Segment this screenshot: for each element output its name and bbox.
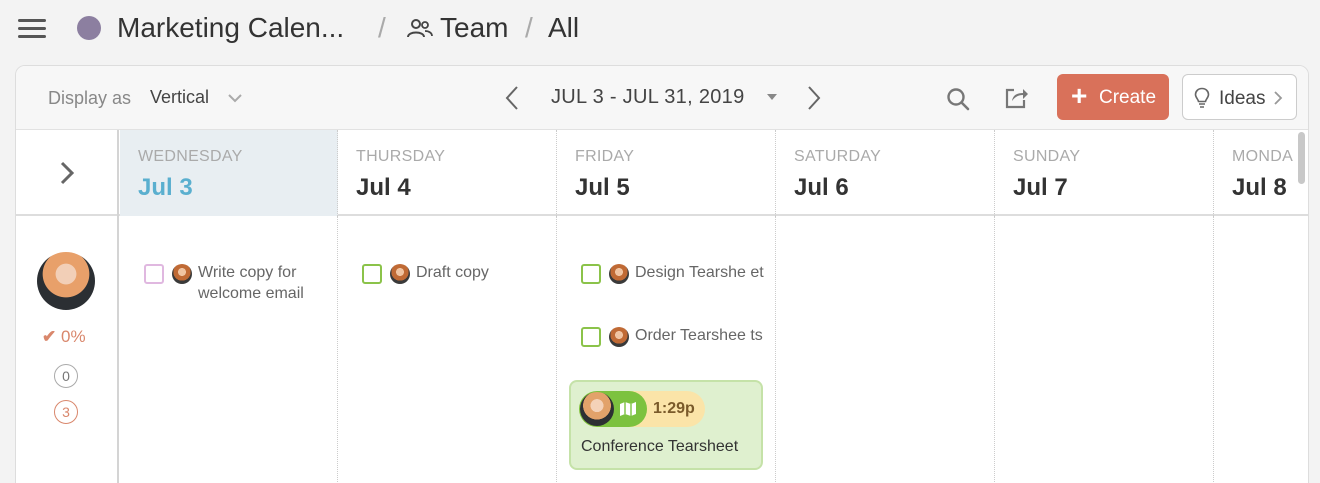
day-date: Jul 3 xyxy=(138,174,193,201)
day-header-jul-8[interactable]: MONDA Jul 8 xyxy=(1214,130,1298,216)
task-title: Design Tearshe et xyxy=(635,264,764,281)
avatar xyxy=(390,264,410,284)
day-cell-jul-8[interactable] xyxy=(1214,216,1298,483)
avatar[interactable] xyxy=(37,252,95,310)
share-icon[interactable] xyxy=(1003,85,1029,111)
chevron-left-icon[interactable] xyxy=(503,84,521,112)
day-of-week: WEDNESDAY xyxy=(138,148,243,165)
task-checkbox[interactable] xyxy=(581,327,601,347)
day-header-jul-4[interactable]: THURSDAY Jul 4 xyxy=(338,130,557,216)
calendar-toolbar: Display as Vertical JUL 3 - JUL 31, 2019… xyxy=(16,66,1308,130)
event-card[interactable]: 1:29p Conference Tearsheet xyxy=(569,380,763,470)
day-cell-jul-4[interactable]: Draft copy xyxy=(338,216,557,483)
completion-value: 0% xyxy=(60,327,86,346)
chevron-down-icon[interactable] xyxy=(227,90,243,106)
hamburger-icon[interactable] xyxy=(18,17,46,39)
task-title: Write copy for welcome email xyxy=(198,264,304,302)
day-header-jul-5[interactable]: FRIDAY Jul 5 xyxy=(557,130,776,216)
day-header-jul-7[interactable]: SUNDAY Jul 7 xyxy=(995,130,1214,216)
display-as-dropdown[interactable]: Vertical xyxy=(150,87,209,108)
search-icon[interactable] xyxy=(945,86,971,112)
day-date: Jul 4 xyxy=(356,174,411,201)
day-cell-jul-7[interactable] xyxy=(995,216,1214,483)
team-icon xyxy=(407,19,433,38)
breadcrumb-separator: / xyxy=(525,12,533,43)
day-of-week: FRIDAY xyxy=(575,148,635,165)
chevron-right-icon[interactable] xyxy=(805,84,823,112)
day-cell-jul-6[interactable] xyxy=(776,216,995,483)
user-summary: ✔ 0% 0 3 xyxy=(16,216,119,483)
day-header-row: WEDNESDAY Jul 3 THURSDAY Jul 4 FRIDAY Ju… xyxy=(16,130,1308,216)
breadcrumb-team[interactable]: Team xyxy=(440,10,508,46)
day-header-jul-6[interactable]: SATURDAY Jul 6 xyxy=(776,130,995,216)
day-of-week: MONDA xyxy=(1232,148,1294,165)
breadcrumb: Marketing Calen... / Team / All xyxy=(0,0,1320,56)
calendar-panel: Display as Vertical JUL 3 - JUL 31, 2019… xyxy=(15,65,1309,483)
count-badge[interactable]: 3 xyxy=(54,400,78,424)
avatar xyxy=(580,392,614,426)
day-date: Jul 6 xyxy=(794,174,849,201)
breadcrumb-filter[interactable]: All xyxy=(548,10,579,46)
event-time-pill: 1:29p xyxy=(579,391,705,427)
avatar xyxy=(609,264,629,284)
caret-down-icon[interactable] xyxy=(767,94,777,100)
plus-icon: + xyxy=(1071,80,1088,111)
create-button-label: Create xyxy=(1099,87,1157,108)
day-of-week: SUNDAY xyxy=(1013,148,1081,165)
task-title: Draft copy xyxy=(416,264,489,281)
count-badge[interactable]: 0 xyxy=(54,364,78,388)
ideas-button-label: Ideas xyxy=(1219,88,1266,109)
user-row: ✔ 0% 0 3 Write copy for welcome email Dr… xyxy=(16,216,1308,483)
task-checkbox[interactable] xyxy=(144,264,164,284)
day-date: Jul 8 xyxy=(1232,174,1287,201)
scrollbar[interactable] xyxy=(1298,132,1305,184)
expand-sidebar-button[interactable] xyxy=(16,130,119,216)
day-date: Jul 5 xyxy=(575,174,630,201)
task-checkbox[interactable] xyxy=(362,264,382,284)
display-as-label: Display as xyxy=(48,88,132,108)
day-of-week: SATURDAY xyxy=(794,148,882,165)
chevron-right-icon xyxy=(1274,91,1283,105)
day-cell-jul-5[interactable]: Design Tearshe et Order Tearshee ts 1:29… xyxy=(557,216,776,483)
breadcrumb-separator: / xyxy=(378,12,386,43)
day-date: Jul 7 xyxy=(1013,174,1068,201)
calendar-color-dot xyxy=(77,16,101,40)
completion-percentage: ✔ 0% xyxy=(42,327,86,347)
create-button[interactable]: + Create xyxy=(1057,74,1169,120)
avatar xyxy=(172,264,192,284)
avatar xyxy=(609,327,629,347)
event-time: 1:29p xyxy=(653,400,695,417)
ideas-button[interactable]: Ideas xyxy=(1182,74,1297,120)
day-header-jul-3[interactable]: WEDNESDAY Jul 3 xyxy=(120,130,338,216)
date-range-picker[interactable]: JUL 3 - JUL 31, 2019 xyxy=(551,86,745,109)
breadcrumb-calendar[interactable]: Marketing Calen... xyxy=(117,10,344,46)
day-cell-jul-3[interactable]: Write copy for welcome email xyxy=(120,216,338,483)
task-title: Order Tearshee ts xyxy=(635,327,763,344)
day-of-week: THURSDAY xyxy=(356,148,446,165)
chevron-right-icon xyxy=(60,161,75,185)
task-checkbox[interactable] xyxy=(581,264,601,284)
map-icon xyxy=(620,402,636,416)
lightbulb-icon xyxy=(1194,87,1210,108)
check-icon: ✔ xyxy=(42,327,57,346)
event-title: Conference Tearsheet xyxy=(581,438,739,455)
